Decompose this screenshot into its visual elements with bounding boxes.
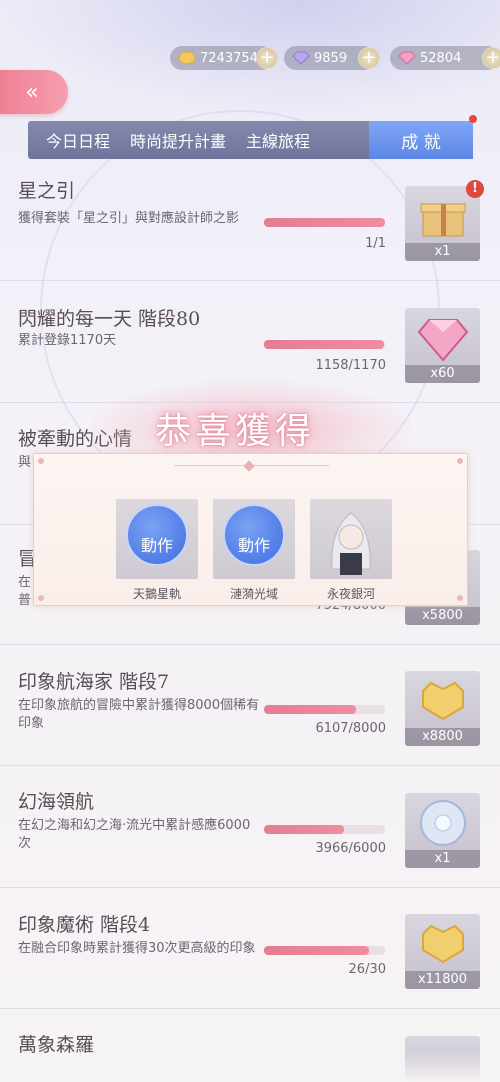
currency-bar: 72437547 + 9859 + 52804 + (170, 46, 500, 70)
achievement-row[interactable]: 幻海領航 在幻之海和幻之海·流光中累計感應6000次 3966/6000 x1 (0, 767, 500, 888)
achievement-title: 閃耀的每一天 階段80 (18, 308, 201, 330)
double-chevron-left-icon: « (25, 79, 39, 105)
progress-bar (264, 340, 385, 349)
progress-fill (264, 825, 344, 834)
progress-bar (264, 825, 385, 834)
popup-item-slot (310, 499, 392, 579)
achievement-title: 星之引 (18, 180, 76, 202)
popup-divider-gem (243, 460, 255, 472)
pink-diamond-currency: 52804 + (390, 46, 500, 70)
corner-ornament (457, 458, 463, 464)
popup-item[interactable]: 動作 天鵝星軌 (116, 499, 198, 602)
reward-count: x60 (405, 365, 480, 383)
reward-count: x5800 (405, 607, 480, 625)
gold-coin-icon (178, 51, 196, 65)
progress-fill (264, 340, 384, 349)
gold-coin-icon (422, 681, 464, 721)
progress-text: 26/30 (348, 962, 386, 977)
character-portrait-icon (331, 512, 371, 575)
bottom-fade (0, 1050, 500, 1082)
pink-diamond-amount: 52804 (420, 50, 462, 66)
progress-fill (264, 946, 370, 955)
reward-slot[interactable]: x11800 (405, 914, 480, 989)
blue-diamond-currency: 9859 + (284, 46, 380, 70)
reward-slot[interactable]: x60 (405, 308, 480, 383)
progress-fill (264, 705, 356, 714)
progress-bar (264, 705, 385, 714)
gold-coin-icon (422, 924, 464, 964)
achievement-desc: 獲得套裝「星之引」與對應設計師之影 (18, 211, 240, 226)
add-blue-diamond-button[interactable]: + (358, 47, 380, 69)
pink-diamond-icon (417, 319, 469, 362)
reward-count: x1 (405, 243, 480, 261)
progress-text: 3966/6000 (315, 841, 386, 856)
popup-item-label: 永夜銀河 (326, 587, 375, 601)
tab-achievements-label: 成 就 (401, 132, 441, 153)
action-badge-icon: 動作 (223, 504, 285, 566)
achievement-title: 印象航海家 階段7 (18, 671, 170, 693)
tab-achievements[interactable]: 成 就 (369, 115, 477, 159)
tab-main-journey[interactable]: 主線旅程 (236, 128, 320, 152)
progress-text: 1/1 (365, 236, 386, 251)
achievement-row[interactable]: 星之引 獲得套裝「星之引」與對應設計師之影 1/1 x1 (0, 160, 500, 281)
progress-fill (264, 218, 385, 227)
achievement-title: 幻海領航 (18, 791, 95, 813)
reward-count: x11800 (405, 971, 480, 989)
back-button[interactable]: « (0, 70, 68, 114)
corner-ornament (38, 595, 44, 601)
reward-slot[interactable]: x1 (405, 186, 480, 261)
popup-item-slot: 動作 (116, 499, 198, 579)
blue-diamond-amount: 9859 (314, 50, 348, 66)
gold-currency: 72437547 + (170, 46, 278, 70)
reward-count: x1 (405, 850, 480, 868)
progress-text: 1158/1170 (315, 358, 386, 373)
tab-daily-schedule[interactable]: 今日日程 (36, 128, 120, 152)
achievement-desc: 在幻之海和幻之海·流光中累計感應6000次 (18, 818, 251, 851)
popup-item[interactable]: 動作 漣漪光域 (213, 499, 295, 602)
reward-slot[interactable]: x1 (405, 793, 480, 868)
reward-count: x8800 (405, 728, 480, 746)
pink-diamond-icon (398, 51, 416, 65)
reward-popup[interactable]: 動作 天鵝星軌 動作 漣漪光域 永夜銀河 (33, 453, 468, 606)
reward-slot[interactable]: x8800 (405, 671, 480, 746)
notification-dot (469, 115, 477, 123)
popup-item-slot: 動作 (213, 499, 295, 579)
achievement-desc: 在印象旅航的冒險中累計獲得8000個稀有印象 (18, 698, 260, 731)
achievement-desc: 累計登錄1170天 (18, 333, 117, 348)
add-gold-button[interactable]: + (256, 47, 278, 69)
achievement-row[interactable]: 印象魔術 階段4 在融合印象時累計獲得30次更高級的印象 26/30 x1180… (0, 888, 500, 1009)
corner-ornament (38, 458, 44, 464)
popup-title: 恭喜獲得 (155, 411, 316, 452)
progress-text: 6107/8000 (315, 721, 386, 736)
corner-ornament (457, 595, 463, 601)
progress-bar (264, 946, 385, 955)
gift-box-icon (420, 203, 466, 237)
achievement-row[interactable]: 印象航海家 階段7 在印象旅航的冒險中累計獲得8000個稀有印象 6107/80… (0, 645, 500, 766)
action-badge-icon: 動作 (126, 504, 188, 566)
popup-item-label: 漣漪光域 (229, 587, 278, 601)
blue-diamond-icon (292, 51, 310, 65)
tab-bar: 今日日程 時尚提升計畫 主線旅程 成 就 (28, 115, 477, 159)
alert-icon: ! (466, 180, 484, 198)
progress-bar (264, 218, 385, 227)
popup-item-label: 天鵝星軌 (132, 587, 181, 601)
popup-item[interactable]: 永夜銀河 (310, 499, 392, 602)
crystal-orb-icon (420, 800, 466, 846)
achievement-desc: 在融合印象時累計獲得30次更高級的印象 (18, 941, 256, 956)
achievement-title: 印象魔術 階段4 (18, 914, 151, 936)
tab-fashion-plan[interactable]: 時尚提升計畫 (120, 128, 236, 152)
add-pink-diamond-button[interactable]: + (482, 47, 500, 69)
